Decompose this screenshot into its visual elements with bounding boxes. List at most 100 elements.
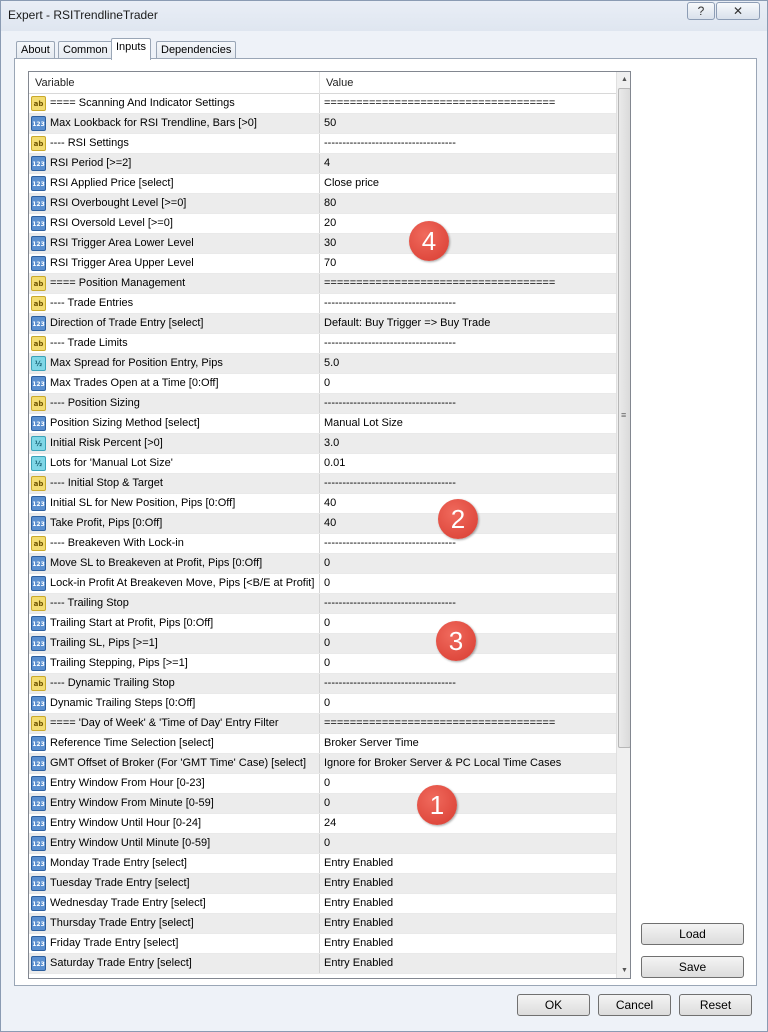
value-cell[interactable]: 50 — [320, 114, 616, 133]
table-row[interactable]: 123 GMT Offset of Broker (For 'GMT Time' … — [29, 754, 616, 774]
table-row[interactable]: 123 RSI Trigger Area Lower Level 30 — [29, 234, 616, 254]
table-row[interactable]: ½ Initial Risk Percent [>0] 3.0 — [29, 434, 616, 454]
column-header-variable[interactable]: Variable — [29, 72, 320, 94]
table-row[interactable]: 123 Initial SL for New Position, Pips [0:… — [29, 494, 616, 514]
table-row[interactable]: ab ==== Scanning And Indicator Settings ==… — [29, 94, 616, 114]
table-row[interactable]: ab ---- Trade Limits ---------------------… — [29, 334, 616, 354]
value-cell[interactable]: 24 — [320, 814, 616, 833]
table-row[interactable]: 123 Friday Trade Entry [select] Entry Enab… — [29, 934, 616, 954]
load-button[interactable]: Load — [641, 923, 744, 945]
table-row[interactable]: 123 Direction of Trade Entry [select] Defa… — [29, 314, 616, 334]
table-row[interactable]: ab ---- RSI Settings ---------------------… — [29, 134, 616, 154]
table-row[interactable]: 123 Saturday Trade Entry [select] Entry En… — [29, 954, 616, 974]
value-cell[interactable]: Entry Enabled — [320, 894, 616, 913]
value-cell[interactable]: ------------------------------------ — [320, 134, 616, 153]
value-cell[interactable]: ==================================== — [320, 274, 616, 293]
integer-icon: 123 — [31, 856, 46, 871]
reset-button[interactable]: Reset — [679, 994, 752, 1016]
value-cell[interactable]: 0 — [320, 774, 616, 793]
value-cell[interactable]: ------------------------------------ — [320, 394, 616, 413]
table-row[interactable]: ab ---- Trade Entries --------------------… — [29, 294, 616, 314]
value-cell[interactable]: 0 — [320, 374, 616, 393]
table-row[interactable]: 123 Max Lookback for RSI Trendline, Bars … — [29, 114, 616, 134]
table-row[interactable]: 123 Trailing Stepping, Pips [>=1] 0 — [29, 654, 616, 674]
value-cell[interactable]: Entry Enabled — [320, 914, 616, 933]
value-cell[interactable]: 0 — [320, 554, 616, 573]
close-button[interactable]: ✕ — [716, 2, 760, 20]
vertical-scrollbar[interactable]: ▲ ≡ ▼ — [616, 72, 630, 978]
table-row[interactable]: 123 RSI Period [>=2] 4 — [29, 154, 616, 174]
variable-label: RSI Oversold Level [>=0] — [50, 217, 173, 229]
table-row[interactable]: 123 Entry Window Until Minute [0-59] 0 — [29, 834, 616, 854]
table-row[interactable]: ab ==== Position Management ==============… — [29, 274, 616, 294]
table-row[interactable]: 123 Reference Time Selection [select] Brok… — [29, 734, 616, 754]
value-cell[interactable]: 0 — [320, 834, 616, 853]
column-header-value[interactable]: Value — [320, 72, 616, 94]
value-cell[interactable]: 70 — [320, 254, 616, 273]
value-cell[interactable]: Entry Enabled — [320, 934, 616, 953]
table-row[interactable]: ab ---- Position Sizing ------------------… — [29, 394, 616, 414]
table-row[interactable]: 123 Position Sizing Method [select] Manual… — [29, 414, 616, 434]
table-row[interactable]: 123 Tuesday Trade Entry [select] Entry Ena… — [29, 874, 616, 894]
table-row[interactable]: 123 RSI Trigger Area Upper Level 70 — [29, 254, 616, 274]
tab-inputs[interactable]: Inputs — [111, 38, 151, 60]
table-row[interactable]: ab ---- Dynamic Trailing Stop ------------… — [29, 674, 616, 694]
table-row[interactable]: 123 Dynamic Trailing Steps [0:Off] 0 — [29, 694, 616, 714]
value-cell[interactable]: ==================================== — [320, 94, 616, 113]
value-cell[interactable]: Entry Enabled — [320, 874, 616, 893]
table-row[interactable]: ½ Max Spread for Position Entry, Pips 5.0 — [29, 354, 616, 374]
table-row[interactable]: 123 Max Trades Open at a Time [0:Off] 0 — [29, 374, 616, 394]
variable-label: ---- Position Sizing — [50, 397, 140, 409]
value-cell[interactable]: 3.0 — [320, 434, 616, 453]
value-cell[interactable]: 30 — [320, 234, 616, 253]
value-cell[interactable]: Manual Lot Size — [320, 414, 616, 433]
value-cell[interactable]: Ignore for Broker Server & PC Local Time… — [320, 754, 616, 773]
cancel-button[interactable]: Cancel — [598, 994, 671, 1016]
value-cell[interactable]: ------------------------------------ — [320, 534, 616, 553]
value-cell[interactable]: ------------------------------------ — [320, 474, 616, 493]
table-row[interactable]: ab ---- Breakeven With Lock-in -----------… — [29, 534, 616, 554]
scroll-down-icon[interactable]: ▼ — [617, 963, 630, 978]
table-row[interactable]: 123 Entry Window Until Hour [0-24] 24 — [29, 814, 616, 834]
table-row[interactable]: ab ---- Trailing Stop --------------------… — [29, 594, 616, 614]
value-cell[interactable]: 0 — [320, 574, 616, 593]
table-row[interactable]: 123 Trailing SL, Pips [>=1] 0 — [29, 634, 616, 654]
value-cell[interactable]: ------------------------------------ — [320, 294, 616, 313]
table-row[interactable]: 123 Thursday Trade Entry [select] Entry En… — [29, 914, 616, 934]
value-cell[interactable]: Default: Buy Trigger => Buy Trade — [320, 314, 616, 333]
table-row[interactable]: 123 Wednesday Trade Entry [select] Entry E… — [29, 894, 616, 914]
table-row[interactable]: 123 Move SL to Breakeven at Profit, Pips … — [29, 554, 616, 574]
table-row[interactable]: 123 RSI Overbought Level [>=0] 80 — [29, 194, 616, 214]
value-cell[interactable]: Close price — [320, 174, 616, 193]
value-cell[interactable]: 5.0 — [320, 354, 616, 373]
scroll-up-icon[interactable]: ▲ — [617, 72, 630, 87]
table-row[interactable]: 123 Lock-in Profit At Breakeven Move, Pip… — [29, 574, 616, 594]
value-cell[interactable]: 0 — [320, 694, 616, 713]
value-cell[interactable]: 20 — [320, 214, 616, 233]
table-row[interactable]: 123 Monday Trade Entry [select] Entry Enab… — [29, 854, 616, 874]
table-row[interactable]: 123 Entry Window From Minute [0-59] 0 — [29, 794, 616, 814]
value-cell[interactable]: 0.01 — [320, 454, 616, 473]
help-button[interactable]: ? — [687, 2, 715, 20]
table-row[interactable]: ab ---- Initial Stop & Target ------------… — [29, 474, 616, 494]
table-row[interactable]: 123 RSI Oversold Level [>=0] 20 — [29, 214, 616, 234]
table-row[interactable]: 123 Take Profit, Pips [0:Off] 40 — [29, 514, 616, 534]
value-cell[interactable]: 4 — [320, 154, 616, 173]
value-cell[interactable]: ------------------------------------ — [320, 334, 616, 353]
table-row[interactable]: ab ==== 'Day of Week' & 'Time of Day' Ent… — [29, 714, 616, 734]
value-cell[interactable]: Entry Enabled — [320, 854, 616, 873]
value-cell[interactable]: ------------------------------------ — [320, 674, 616, 693]
table-row[interactable]: ½ Lots for 'Manual Lot Size' 0.01 — [29, 454, 616, 474]
ok-button[interactable]: OK — [517, 994, 590, 1016]
value-cell[interactable]: ------------------------------------ — [320, 594, 616, 613]
table-row[interactable]: 123 RSI Applied Price [select] Close price — [29, 174, 616, 194]
value-cell[interactable]: Entry Enabled — [320, 954, 616, 973]
value-cell[interactable]: ==================================== — [320, 714, 616, 733]
scroll-thumb[interactable]: ≡ — [618, 88, 630, 748]
value-cell[interactable]: Broker Server Time — [320, 734, 616, 753]
value-cell[interactable]: 0 — [320, 794, 616, 813]
table-row[interactable]: 123 Entry Window From Hour [0-23] 0 — [29, 774, 616, 794]
table-row[interactable]: 123 Trailing Start at Profit, Pips [0:Off… — [29, 614, 616, 634]
save-button[interactable]: Save — [641, 956, 744, 978]
value-cell[interactable]: 80 — [320, 194, 616, 213]
